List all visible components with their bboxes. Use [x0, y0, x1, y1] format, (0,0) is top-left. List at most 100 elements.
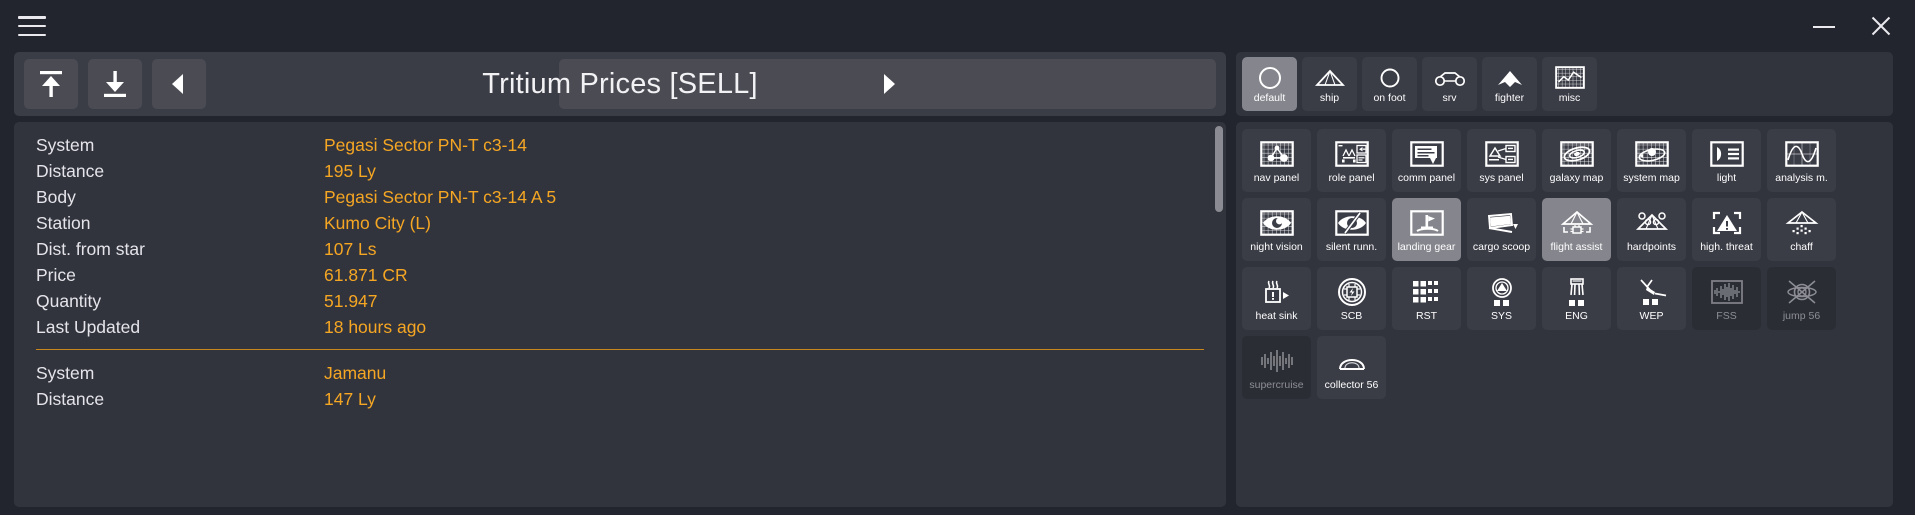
detail-label: System — [36, 134, 95, 155]
binding-landing-gear[interactable]: landing gear — [1392, 198, 1461, 261]
binding-cargo-scoop[interactable]: cargo scoop — [1467, 198, 1536, 261]
binding-label: jump 56 — [1782, 309, 1821, 322]
price-record[interactable]: System Jamanu Distance 147 Ly — [14, 360, 1226, 412]
detail-label: Quantity — [36, 290, 102, 311]
minimize-icon[interactable] — [1811, 13, 1837, 39]
detail-value: 147 Ly — [324, 388, 376, 409]
detail-value: Pegasi Sector PN-T c3-14 A 5 — [324, 186, 557, 207]
binding-label: sys panel — [1479, 171, 1524, 184]
binding-label: comm panel — [1397, 171, 1456, 184]
vertical-scrollbar[interactable] — [1215, 126, 1223, 212]
detail-row: Distance 147 Ly — [36, 386, 1204, 412]
binding-collector-56[interactable]: collector 56 — [1317, 336, 1386, 399]
binding-grid: nav panel role panel comm panel sys panel ga… — [1242, 129, 1887, 399]
detail-row: Quantity 51.947 — [36, 288, 1204, 314]
binding-eng[interactable]: ENG — [1542, 267, 1611, 330]
tab-srv[interactable]: srv — [1422, 57, 1477, 111]
price-record[interactable]: System Pegasi Sector PN-T c3-14 Distance 19… — [14, 132, 1226, 340]
warning-icon — [1710, 207, 1744, 239]
hardpoints-icon — [1635, 207, 1669, 239]
price-list-panel: System Pegasi Sector PN-T c3-14 Distance 19… — [14, 122, 1226, 507]
binding-label: galaxy map — [1549, 171, 1604, 184]
heat-sink-icon — [1260, 276, 1294, 308]
binding-label: heat sink — [1255, 309, 1298, 322]
hamburger-bar — [18, 24, 46, 28]
hamburger-menu-icon[interactable] — [18, 16, 46, 36]
binding-label: WEP — [1639, 309, 1664, 322]
binding-analysis-m-[interactable]: analysis m. — [1767, 129, 1836, 192]
binding-sys[interactable]: SYS — [1467, 267, 1536, 330]
binding-label: light — [1716, 171, 1737, 184]
binding-label: collector 56 — [1324, 378, 1379, 391]
detail-label: Dist. from star — [36, 238, 145, 259]
previous-page-button[interactable] — [152, 59, 206, 109]
pips-eng-icon — [1561, 276, 1593, 308]
binding-night-vision[interactable]: night vision — [1242, 198, 1311, 261]
supercruise-icon — [1260, 345, 1294, 377]
tab-ship[interactable]: ship — [1302, 57, 1357, 111]
binding-light[interactable]: light — [1692, 129, 1761, 192]
binding-label: RST — [1416, 309, 1437, 322]
binding-scb[interactable]: SCB — [1317, 267, 1386, 330]
binding-nav-panel[interactable]: nav panel — [1242, 129, 1311, 192]
fss-icon — [1710, 276, 1744, 308]
tab-misc[interactable]: misc — [1542, 57, 1597, 111]
binding-jump-56[interactable]: jump 56 — [1767, 267, 1836, 330]
tab-on-foot[interactable]: on foot — [1362, 57, 1417, 111]
cargo-scoop-icon — [1485, 207, 1519, 239]
binding-label: chaff — [1790, 240, 1813, 253]
close-icon[interactable] — [1867, 13, 1893, 39]
binding-chaff[interactable]: chaff — [1767, 198, 1836, 261]
scroll-bottom-button[interactable] — [88, 59, 142, 109]
eye-slash-icon — [1334, 207, 1369, 239]
window-controls — [1811, 13, 1893, 39]
tab-default[interactable]: default — [1242, 57, 1297, 111]
binding-role-panel[interactable]: role panel — [1317, 129, 1386, 192]
binding-supercruise[interactable]: supercruise — [1242, 336, 1311, 399]
detail-label: Distance — [36, 388, 105, 409]
triangle-left-icon — [172, 74, 183, 94]
binding-rst[interactable]: RST — [1392, 267, 1461, 330]
scroll-top-button[interactable] — [24, 59, 78, 109]
binding-hardpoints[interactable]: hardpoints — [1617, 198, 1686, 261]
detail-value: 18 hours ago — [324, 316, 427, 337]
binding-galaxy-map[interactable]: galaxy map — [1542, 129, 1611, 192]
ship-icon — [1314, 65, 1345, 91]
tab-label: misc — [1558, 91, 1581, 104]
eye-open-icon — [1259, 207, 1294, 239]
tab-label: default — [1253, 91, 1286, 104]
binding-high-threat[interactable]: high. threat — [1692, 198, 1761, 261]
binding-label: SYS — [1490, 309, 1512, 322]
left-column: Tritium Prices [SELL] System Pegasi Secto… — [14, 52, 1226, 507]
pips-sys-icon — [1486, 276, 1518, 308]
category-tab-bar: default ship on foot srv fighter misc — [1236, 52, 1893, 116]
detail-row: Price 61.871 CR — [36, 262, 1204, 288]
shield-cell-icon — [1337, 276, 1367, 308]
binding-heat-sink[interactable]: heat sink — [1242, 267, 1311, 330]
binding-comm-panel[interactable]: comm panel — [1392, 129, 1461, 192]
detail-value: Pegasi Sector PN-T c3-14 — [324, 134, 527, 155]
flight-assist-icon — [1560, 207, 1594, 239]
main-body: Tritium Prices [SELL] System Pegasi Secto… — [0, 52, 1915, 515]
binding-flight-assist[interactable]: flight assist — [1542, 198, 1611, 261]
system-map-icon — [1634, 138, 1669, 170]
pips-wep-icon — [1635, 276, 1669, 308]
binding-label: system map — [1623, 171, 1680, 184]
reset-pips-icon — [1412, 276, 1442, 308]
binding-sys-panel[interactable]: sys panel — [1467, 129, 1536, 192]
detail-value: 51.947 — [324, 290, 378, 311]
next-page-button[interactable] — [559, 59, 1216, 109]
binding-system-map[interactable]: system map — [1617, 129, 1686, 192]
detail-value: Kumo City (L) — [324, 212, 431, 233]
detail-row: Dist. from star 107 Ls — [36, 236, 1204, 262]
binding-fss[interactable]: FSS — [1692, 267, 1761, 330]
binding-silent-runn-[interactable]: silent runn. — [1317, 198, 1386, 261]
detail-value: 195 Ly — [324, 160, 376, 181]
binding-wep[interactable]: WEP — [1617, 267, 1686, 330]
waveform-box-icon — [1554, 65, 1585, 91]
tab-fighter[interactable]: fighter — [1482, 57, 1537, 111]
binding-label: ENG — [1565, 309, 1588, 322]
fighter-icon — [1494, 65, 1526, 91]
detail-row: System Jamanu — [36, 360, 1204, 386]
title-bar — [0, 0, 1915, 52]
